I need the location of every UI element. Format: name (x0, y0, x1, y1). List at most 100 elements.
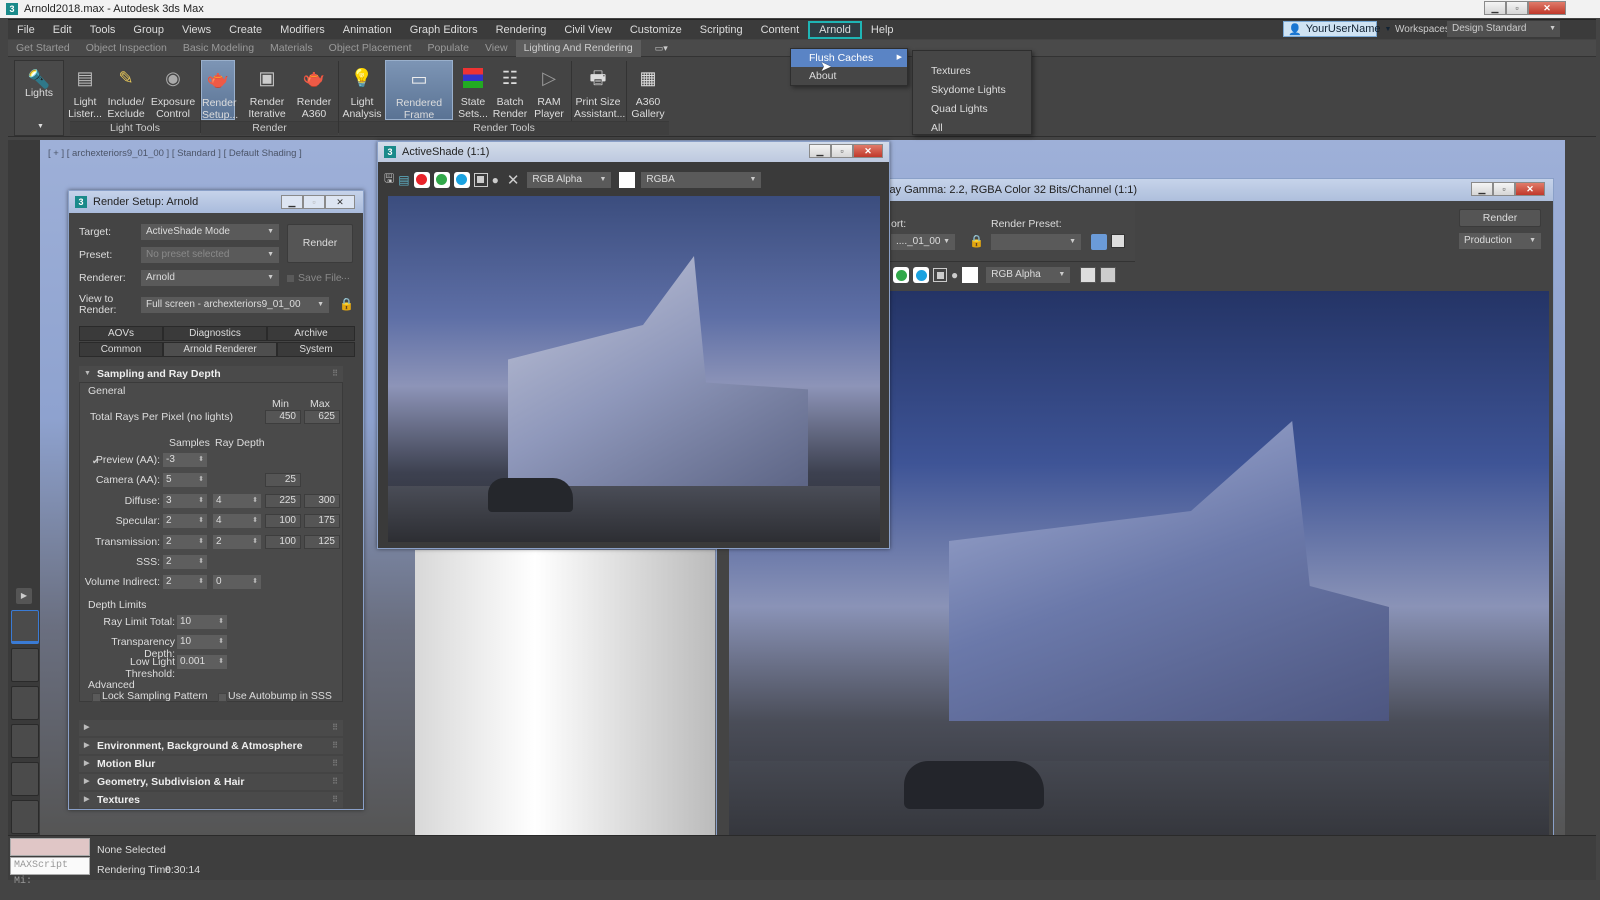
minimize-button[interactable]: ▁ (1484, 1, 1506, 15)
submenu-item-textures[interactable]: Textures (913, 62, 1031, 81)
red-channel-toggle[interactable] (413, 171, 430, 188)
viewport-layout-button[interactable] (11, 800, 39, 834)
monochrome-icon[interactable]: ● (492, 173, 499, 187)
viewport-layout-button[interactable] (11, 686, 39, 720)
close-button[interactable]: ✕ (1515, 182, 1545, 196)
display-icon-2[interactable] (1100, 267, 1117, 283)
minimize-button[interactable]: ▁ (1471, 182, 1493, 196)
rollout-sampling[interactable]: ▼ Sampling and Ray Depth ⠿ (79, 366, 343, 382)
specular-depth[interactable]: 4 ⬍ (213, 514, 261, 528)
menu-customize[interactable]: Customize (621, 21, 691, 39)
clear-icon[interactable]: ✕ (507, 171, 520, 189)
maximize-button[interactable]: ▫ (303, 195, 325, 209)
tab-view[interactable]: View (477, 40, 516, 57)
green-channel-toggle[interactable] (433, 171, 450, 188)
render-iterative-button[interactable]: ▣ Render Iterative (246, 60, 288, 120)
viewport-layout-button[interactable] (11, 724, 39, 758)
menu-tools[interactable]: Tools (81, 21, 125, 39)
viewport-layout-button[interactable] (11, 762, 39, 796)
tab-get-started[interactable]: Get Started (8, 40, 78, 57)
tab-diagnostics[interactable]: Diagnostics (163, 326, 267, 341)
exposure-control-button[interactable]: ◉ Exposure Control (150, 60, 196, 120)
blue-channel-toggle[interactable] (913, 267, 929, 283)
a360-gallery-button[interactable]: ▦ A360 Gallery (630, 60, 666, 120)
close-button[interactable]: ✕ (1528, 1, 1566, 15)
maximize-button[interactable]: ▫ (1506, 1, 1528, 15)
display-icon[interactable] (1080, 267, 1097, 283)
menu-civil-view[interactable]: Civil View (555, 21, 620, 39)
render-a360-button[interactable]: 🫖 Render A360 (296, 60, 332, 120)
render-button[interactable]: Render (287, 224, 353, 263)
menu-views[interactable]: Views (173, 21, 220, 39)
save-file-browse-button[interactable]: ... (341, 270, 350, 282)
tab-object-placement[interactable]: Object Placement (321, 40, 420, 57)
maximize-button[interactable]: ▫ (831, 144, 853, 158)
tab-basic-modeling[interactable]: Basic Modeling (175, 40, 262, 57)
rollout-geometry[interactable]: ▶ Geometry, Subdivision & Hair ⠿ (79, 774, 343, 790)
menu-graph-editors[interactable]: Graph Editors (401, 21, 487, 39)
menu-file[interactable]: File (8, 21, 44, 39)
alpha-channel-icon[interactable] (473, 172, 488, 187)
tab-populate[interactable]: Populate (420, 40, 477, 57)
tab-system[interactable]: System (277, 342, 355, 357)
channel-select[interactable]: RGB Alpha ▼ (527, 171, 612, 188)
copy-image-icon[interactable]: ▤ (398, 173, 409, 187)
renderer-select[interactable]: Arnold ▼ (141, 270, 279, 286)
transmission-depth[interactable]: 2 ⬍ (213, 535, 261, 549)
submenu-item-all[interactable]: All (913, 119, 1031, 138)
state-sets-button[interactable]: State Sets... (457, 60, 489, 120)
maxscript-listener-input[interactable]: MAXScript Mi: (10, 857, 90, 887)
lock-sampling-checkbox[interactable] (92, 693, 101, 702)
play-icon[interactable]: ▶ (16, 588, 32, 604)
frame-render-button[interactable]: Render (1459, 209, 1541, 227)
rendered-frame-window-button[interactable]: ▭ RenderedFrame Window (385, 60, 453, 133)
menu-item-about[interactable]: About (791, 67, 907, 85)
render-mode-select[interactable]: Production ▼ (1459, 233, 1541, 249)
save-icon[interactable]: 🖫 (384, 169, 394, 190)
minimize-button[interactable]: ▁ (281, 195, 303, 209)
preview-aa-samples[interactable]: -3 ⬍ (163, 453, 207, 467)
tab-object-inspection[interactable]: Object Inspection (78, 40, 175, 57)
close-button[interactable]: ✕ (325, 195, 355, 209)
frame-channel-select[interactable]: RGB Alpha ▼ (986, 267, 1071, 283)
dialog-titlebar[interactable]: 3 ActiveShade (1:1) ▁ ▫ ✕ (378, 142, 889, 162)
alpha-channel-icon[interactable] (933, 268, 947, 282)
exposure-icon[interactable] (1111, 234, 1125, 248)
lock-icon[interactable]: 🔒 (969, 234, 984, 248)
menu-scripting[interactable]: Scripting (691, 21, 752, 39)
menu-group[interactable]: Group (124, 21, 173, 39)
display-select[interactable]: RGBA ▼ (641, 171, 762, 188)
view-to-render-select[interactable]: Full screen - archexteriors9_01_00 ▼ (141, 297, 329, 313)
tab-lighting-and-rendering[interactable]: Lighting And Rendering (515, 39, 641, 57)
render-setup-button[interactable]: 🫖 Render Setup... (201, 60, 238, 121)
maxscript-output[interactable] (10, 838, 90, 856)
render-preset-select[interactable]: ▼ (991, 234, 1081, 250)
submenu-item-skydome-lights[interactable]: Skydome Lights (913, 81, 1031, 100)
transmission-samples[interactable]: 2 ⬍ (163, 535, 207, 549)
ray-limit-input[interactable]: 10 ⬍ (177, 615, 227, 629)
menu-content[interactable]: Content (752, 21, 809, 39)
ribbon-options-icon[interactable]: ▭▾ (655, 43, 668, 54)
workspace-select[interactable]: Design Standard ▼ (1447, 21, 1560, 37)
rollout-textures[interactable]: ▶ Textures ⠿ (79, 792, 343, 808)
diffuse-samples[interactable]: 3 ⬍ (163, 494, 207, 508)
submenu-item-quad-lights[interactable]: Quad Lights (913, 100, 1031, 119)
menu-item-flush-caches[interactable]: Flush Caches ▶ (791, 49, 907, 67)
lock-icon[interactable]: 🔒 (339, 297, 354, 311)
low-light-threshold-input[interactable]: 0.001 ⬍ (177, 655, 227, 669)
volume-indirect-samples[interactable]: 2 ⬍ (163, 575, 207, 589)
tab-materials[interactable]: Materials (262, 40, 321, 57)
save-file-checkbox[interactable] (286, 274, 295, 283)
green-channel-toggle[interactable] (893, 267, 909, 283)
volume-indirect-depth[interactable]: 0 ⬍ (213, 575, 261, 589)
tab-archive[interactable]: Archive (267, 326, 355, 341)
menu-help[interactable]: Help (862, 21, 903, 39)
sss-samples[interactable]: 2 ⬍ (163, 555, 207, 569)
ram-player-button[interactable]: ▷ RAM Player (532, 60, 566, 120)
include-exclude-button[interactable]: ✎ Include/Exclude (106, 60, 146, 120)
menu-arnold[interactable]: Arnold (808, 20, 862, 39)
rollout-environment[interactable]: ▶ Environment, Background & Atmosphere ⠿ (79, 738, 343, 754)
rollout-unnamed[interactable]: ▶ ⠿ (79, 720, 343, 736)
close-button[interactable]: ✕ (853, 144, 883, 158)
menu-modifiers[interactable]: Modifiers (271, 21, 334, 39)
